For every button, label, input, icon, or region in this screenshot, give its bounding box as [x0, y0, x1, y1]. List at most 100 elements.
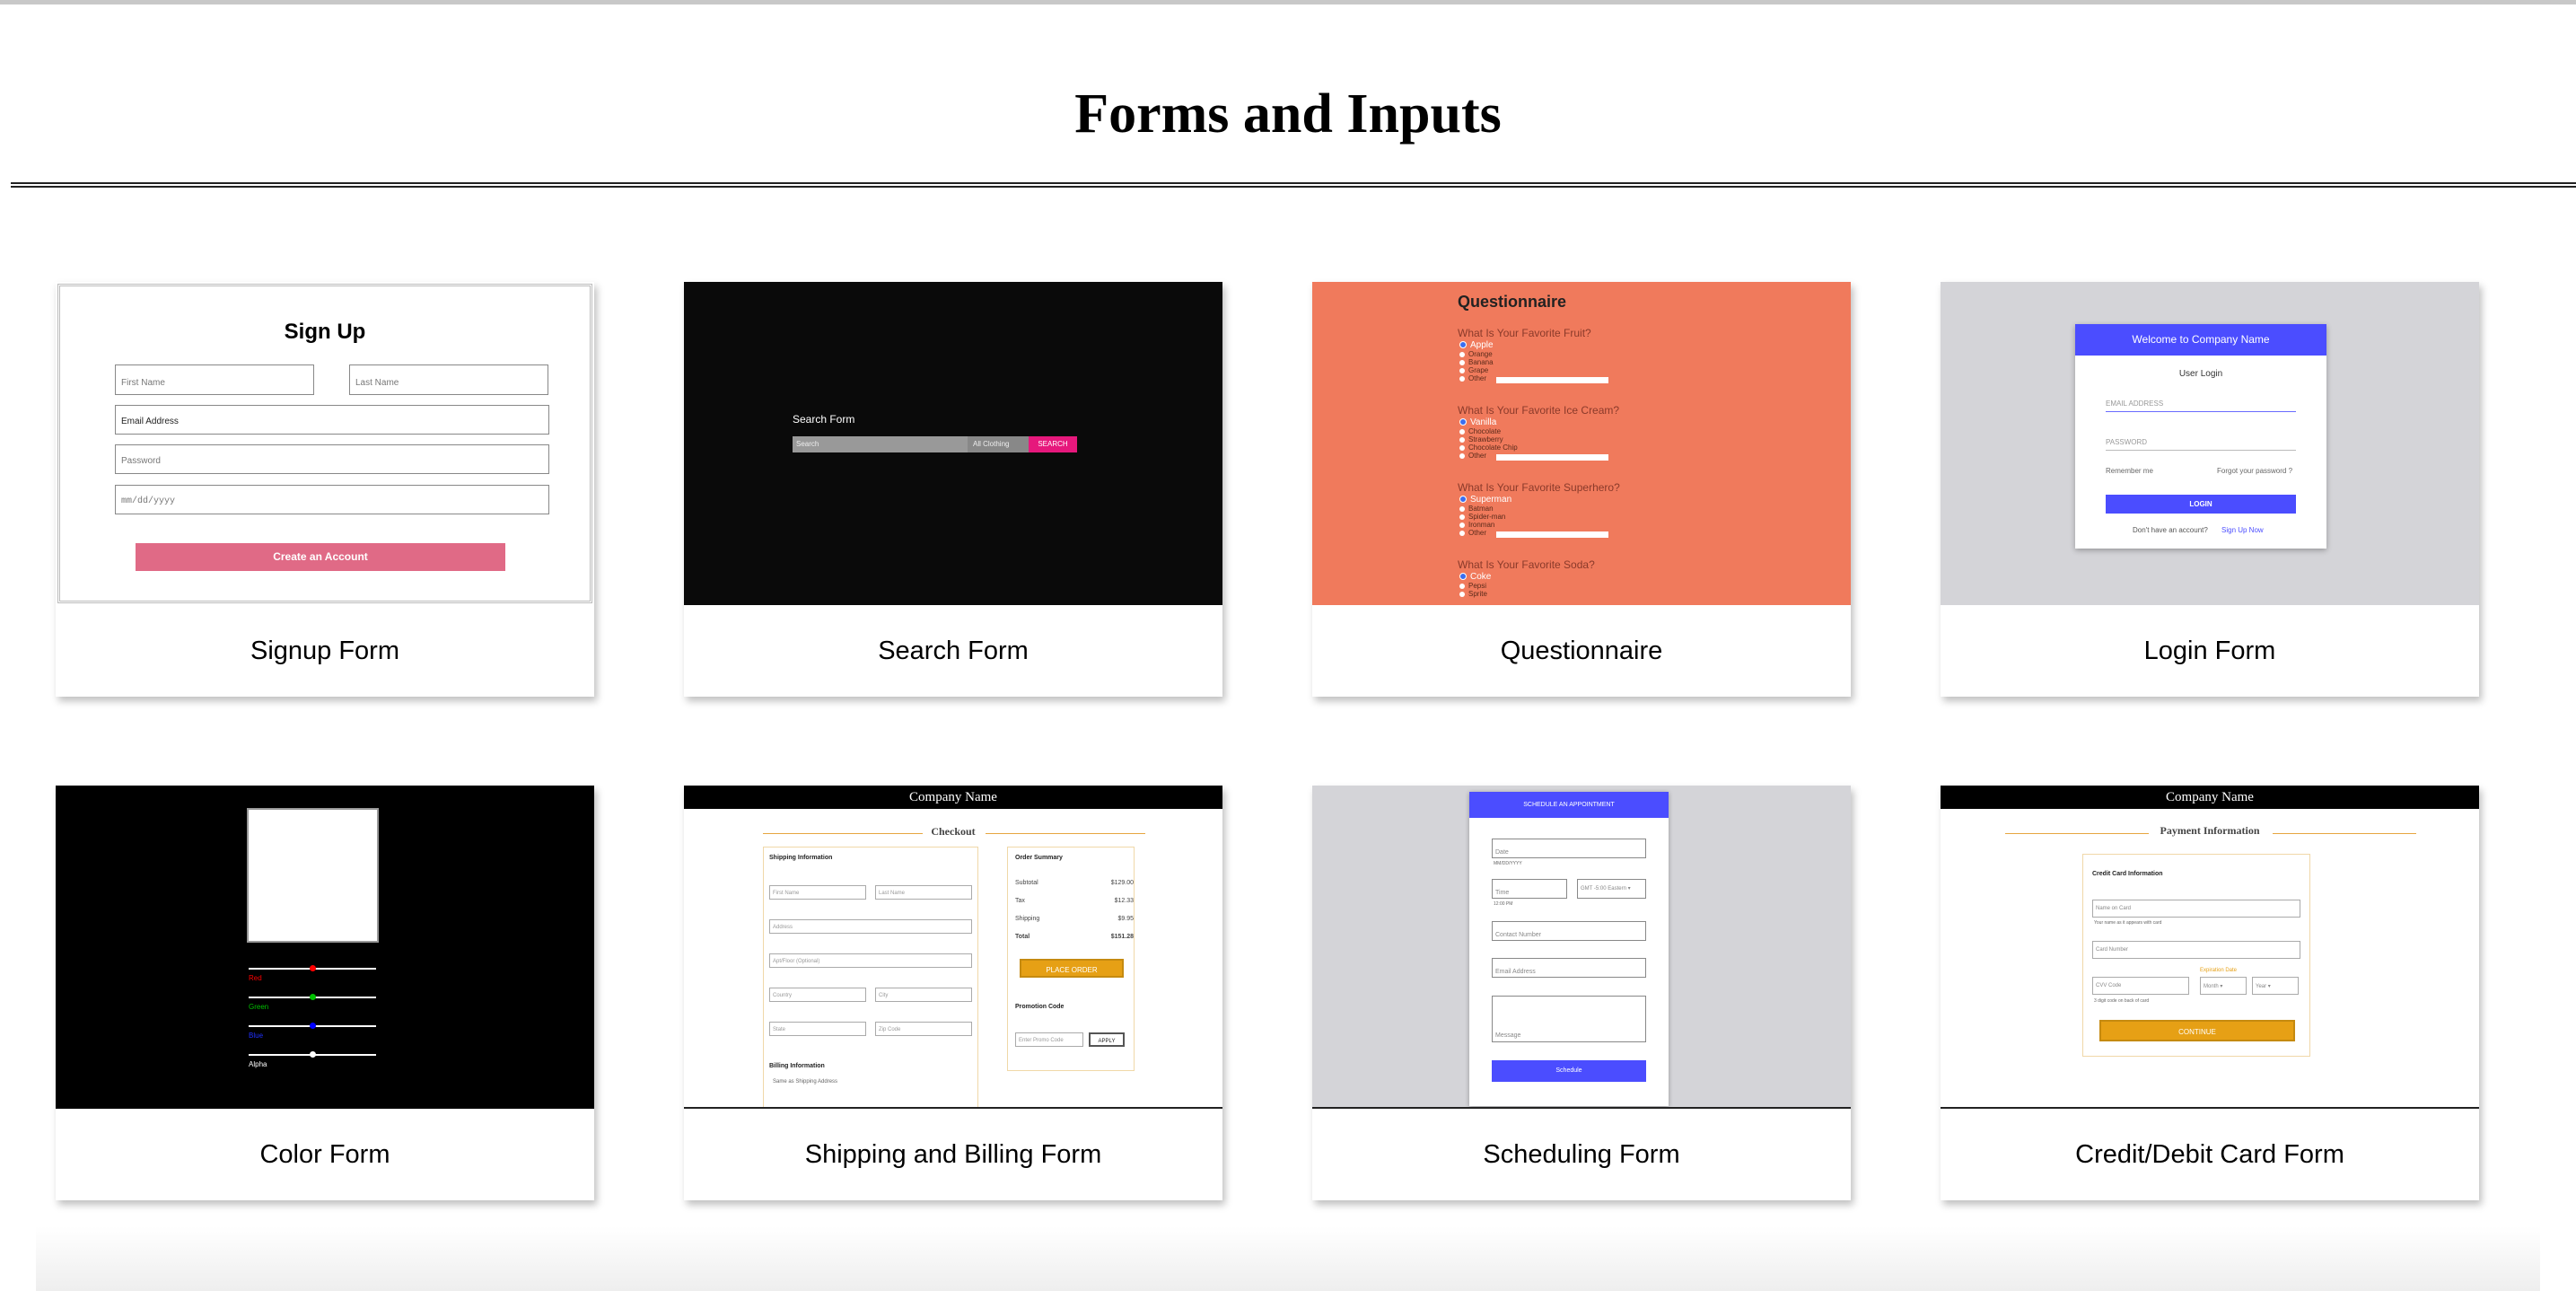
card-label[interactable]: Questionnaire — [1312, 605, 1851, 697]
search-form-label: Search Form — [793, 413, 855, 426]
address-field: Address — [769, 919, 972, 934]
time-hint: 12:00 PM — [1494, 901, 1513, 907]
promo-input: Enter Promo Code — [1015, 1032, 1083, 1047]
card-search-form[interactable]: Search Form Search All Clothing SEARCH S… — [684, 282, 1222, 697]
option: Pepsi — [1459, 582, 1486, 590]
order-summary-heading: Order Summary — [1015, 855, 1063, 861]
option: Batman — [1459, 505, 1494, 513]
question-ice-cream: What Is Your Favorite Ice Cream? — [1458, 404, 1620, 417]
card-label[interactable]: Credit/Debit Card Form — [1941, 1109, 2479, 1200]
option: Vanilla — [1459, 417, 1496, 427]
option: Other — [1459, 452, 1486, 460]
shipping-panel: Shipping Information First Name Last Nam… — [763, 847, 978, 1107]
slider-knob — [310, 994, 316, 1000]
remember-me: Remember me — [2106, 467, 2153, 475]
create-account-button: Create an Account — [136, 543, 505, 571]
shipping-preview: Company Name Checkout Shipping Informati… — [684, 786, 1222, 1109]
apply-button: APPLY — [1089, 1032, 1125, 1047]
card-label[interactable]: Color Form — [56, 1109, 594, 1200]
last-name-field: Last Name — [349, 364, 548, 395]
card-login-form[interactable]: Welcome to Company Name User Login EMAIL… — [1941, 282, 2479, 697]
apt-field: Apt/Floor (Optional) — [769, 953, 972, 968]
shipping-info-heading: Shipping Information — [769, 855, 833, 861]
company-bar: Company Name — [1941, 786, 2479, 809]
password-field: Password — [115, 444, 549, 474]
login-preview: Welcome to Company Name User Login EMAIL… — [1941, 282, 2479, 605]
signup-link: Sign Up Now — [2221, 526, 2264, 534]
login-card: Welcome to Company Name User Login EMAIL… — [2075, 324, 2326, 549]
option: Other — [1459, 529, 1486, 537]
slider-knob — [310, 1051, 316, 1058]
payment-heading: Payment Information — [2160, 824, 2260, 837]
slider-knob — [310, 965, 316, 971]
other-text-field — [1496, 377, 1608, 383]
option: Other — [1459, 374, 1486, 382]
card-info-heading: Credit Card Information — [2092, 871, 2163, 877]
search-input: Search — [793, 436, 968, 452]
option: Grape — [1459, 366, 1488, 374]
slider-knob — [310, 1023, 316, 1029]
signup-preview: Sign Up First Name Last Name Email Addre… — [56, 282, 594, 605]
checkout-heading: Checkout — [931, 825, 976, 838]
schedule-header: SCHEDULE AN APPOINTMENT — [1469, 792, 1669, 818]
card-label[interactable]: Signup Form — [56, 605, 594, 697]
contact-number-field: Contact Number — [1492, 921, 1646, 941]
search-preview: Search Form Search All Clothing SEARCH — [684, 282, 1222, 605]
page-title: Forms and Inputs — [1074, 83, 1502, 145]
name-on-card-field: Name on Card — [2092, 900, 2300, 918]
alpha-label: Alpha — [249, 1060, 267, 1068]
forgot-password-link: Forgot your password ? — [2217, 467, 2293, 475]
card-credit-debit-form[interactable]: Company Name Payment Information Credit … — [1941, 786, 2479, 1200]
option: Chocolate Chip — [1459, 444, 1518, 452]
question-superhero: What Is Your Favorite Superhero? — [1458, 481, 1620, 494]
card-label[interactable]: Search Form — [684, 605, 1222, 697]
no-account-text: Don't have an account? — [2133, 526, 2208, 534]
signup-title: Sign Up — [284, 320, 366, 344]
questionnaire-preview: Questionnaire What Is Your Favorite Frui… — [1312, 282, 1851, 605]
red-slider — [249, 965, 376, 971]
cvv-field: CVV Code — [2092, 977, 2189, 995]
card-label[interactable]: Shipping and Billing Form — [684, 1109, 1222, 1200]
summary-row: Subtotal $129.00 — [1015, 880, 1134, 886]
option: Sprite — [1459, 590, 1487, 598]
expiration-label: Expiration Date — [2200, 968, 2238, 973]
summary-row: Shipping $9.95 — [1015, 916, 1134, 922]
footer-shadow — [36, 1226, 2540, 1291]
card-color-form[interactable]: Red Green Blue Alpha Color Form — [56, 786, 594, 1200]
card-label[interactable]: Login Form — [1941, 605, 2479, 697]
other-text-field — [1496, 531, 1608, 538]
year-select: Year ▾ — [2252, 977, 2299, 995]
billing-info-heading: Billing Information — [769, 1063, 825, 1069]
card-shipping-billing-form[interactable]: Company Name Checkout Shipping Informati… — [684, 786, 1222, 1200]
top-border — [0, 0, 2576, 4]
blue-label: Blue — [249, 1032, 264, 1040]
name-hint: Your name as it appears with card — [2094, 920, 2162, 926]
green-label: Green — [249, 1003, 269, 1011]
card-questionnaire[interactable]: Questionnaire What Is Your Favorite Frui… — [1312, 282, 1851, 697]
option: Chocolate — [1459, 427, 1501, 435]
option: Superman — [1459, 495, 1511, 505]
option: Coke — [1459, 572, 1491, 582]
option: Ironman — [1459, 521, 1494, 529]
timezone-select: GMT -5:00 Eastern ▾ — [1577, 879, 1646, 899]
state-field: State — [769, 1022, 866, 1036]
option: Apple — [1459, 340, 1494, 350]
title-divider — [11, 182, 2576, 188]
card-scheduling-form[interactable]: SCHEDULE AN APPOINTMENT Date MM/DD/YYYY … — [1312, 786, 1851, 1200]
card-signup-form[interactable]: Sign Up First Name Last Name Email Addre… — [56, 282, 594, 697]
question-soda: What Is Your Favorite Soda? — [1458, 558, 1595, 571]
time-field: Time — [1492, 879, 1567, 899]
green-slider — [249, 994, 376, 1000]
company-bar: Company Name — [684, 786, 1222, 809]
month-select: Month ▾ — [2200, 977, 2247, 995]
card-label[interactable]: Scheduling Form — [1312, 1109, 1851, 1200]
credit-card-preview: Company Name Payment Information Credit … — [1941, 786, 2479, 1109]
schedule-button: Schedule — [1492, 1060, 1646, 1082]
place-order-button: PLACE ORDER — [1020, 959, 1124, 978]
color-swatch — [247, 808, 379, 943]
alpha-slider — [249, 1051, 376, 1058]
schedule-card: SCHEDULE AN APPOINTMENT Date MM/DD/YYYY … — [1469, 792, 1669, 1106]
password-field: PASSWORD — [2106, 438, 2296, 451]
card-number-field: Card Number — [2092, 941, 2300, 959]
zip-field: Zip Code — [875, 1022, 972, 1036]
